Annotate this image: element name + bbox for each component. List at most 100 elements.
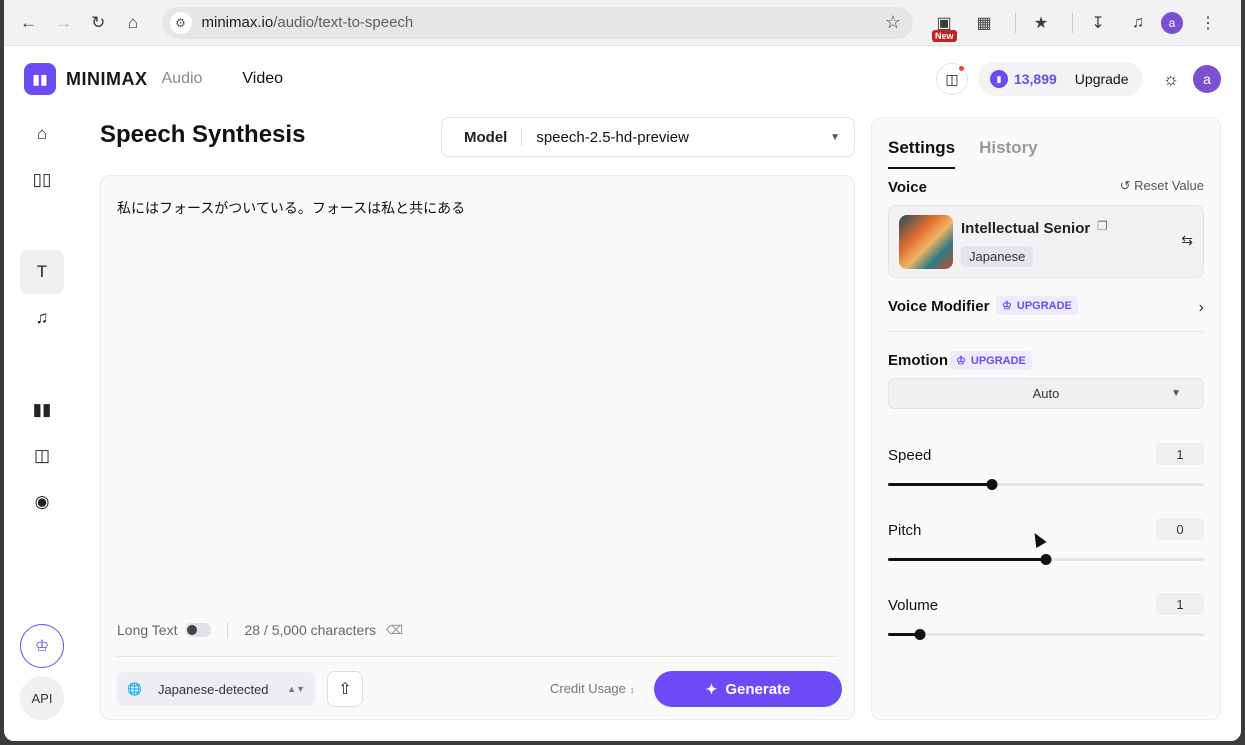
crown-icon: ♔	[956, 355, 966, 367]
extensions-puzzle-icon[interactable]: ▦	[967, 8, 1001, 38]
credit-usage[interactable]: Credit Usage ↕	[550, 681, 634, 696]
audio-stream-icon[interactable]: ◉	[20, 480, 64, 524]
generate-label: Generate	[725, 680, 791, 698]
long-text-toggle[interactable]	[185, 623, 212, 637]
voice-language-tag: Japanese	[961, 246, 1034, 267]
reset-value-label: Reset Value	[1134, 178, 1204, 193]
app-header: ▮▮ MINIMAX Audio Video ◫ ▮ 13,899 Upgrad…	[4, 46, 1241, 112]
new-badge: New	[932, 29, 957, 42]
updown-icon: ▲▼	[287, 684, 305, 694]
text-to-speech-icon[interactable]: T	[20, 250, 64, 294]
bookmark-star-icon[interactable]: ☆	[885, 12, 901, 33]
notification-dot	[958, 66, 964, 71]
volume-value-input[interactable]: 1	[1156, 593, 1204, 615]
credit-usage-label: Credit Usage	[550, 681, 626, 696]
api-button[interactable]: API	[20, 676, 64, 720]
tab-history[interactable]: History	[979, 138, 1038, 169]
reload-icon[interactable]: ↻	[84, 8, 113, 38]
crown-icon: ♔	[1002, 300, 1012, 312]
reset-value-button[interactable]: ↺ Reset Value	[1120, 178, 1204, 194]
upgrade-badge-text: UPGRADE	[1016, 299, 1072, 312]
speed-slider-fill	[888, 483, 993, 486]
toolbar-divider	[1072, 12, 1073, 33]
input-text[interactable]: 私にはフォースがついている。フォースは私と共にある	[117, 198, 465, 218]
media-control-icon[interactable]: ♫	[1121, 8, 1155, 38]
user-avatar[interactable]: a	[1193, 65, 1221, 93]
speed-slider-thumb[interactable]	[986, 479, 998, 490]
settings-tabs: Settings History	[888, 138, 1062, 169]
text-editor[interactable]: 私にはフォースがついている。フォースは私と共にある Long Text 28 /…	[100, 175, 855, 720]
chevron-down-icon: ▼	[830, 131, 840, 143]
model-divider	[521, 128, 523, 146]
page-title: Speech Synthesis	[100, 121, 306, 148]
volume-slider-thumb[interactable]	[914, 629, 926, 640]
meta-divider	[227, 622, 229, 638]
url-host: minimax.io	[201, 14, 274, 31]
browser-profile-avatar[interactable]: a	[1161, 11, 1183, 34]
address-bar[interactable]: ⚙ minimax.io/audio/text-to-speech ☆	[161, 6, 913, 39]
model-select[interactable]: Model speech-2.5-hd-preview ▼	[441, 117, 855, 157]
pitch-value-input[interactable]: 0	[1156, 518, 1204, 540]
tab-audio[interactable]: Audio	[162, 70, 203, 88]
bookmarks-icon[interactable]: ★	[1024, 8, 1058, 38]
home-nav-icon[interactable]: ⌂	[20, 112, 64, 156]
browser-menu-icon[interactable]: ⋮	[1191, 8, 1225, 38]
upgrade-badge[interactable]: ♔ UPGRADE	[950, 351, 1032, 370]
voice-modifier-label[interactable]: Voice Modifier	[888, 298, 989, 315]
theme-toggle-icon[interactable]: ☼	[1163, 69, 1180, 90]
notification-icon[interactable]: ◫	[935, 63, 968, 95]
language-value: Japanese-detected	[157, 681, 269, 697]
upgrade-button[interactable]: Upgrade	[1075, 71, 1129, 87]
minimax-logo-icon[interactable]: ▮▮	[24, 63, 56, 95]
upgrade-badge-text: UPGRADE	[970, 354, 1026, 367]
back-icon[interactable]: ←	[14, 8, 43, 38]
model-label: Model	[464, 128, 508, 146]
volume-slider[interactable]	[888, 629, 1204, 640]
forward-icon[interactable]: →	[49, 8, 78, 38]
credits-count: 13,899	[1013, 71, 1057, 87]
speed-slider[interactable]	[888, 479, 1204, 490]
settings-panel: Settings History Voice ↺ Reset Value Int…	[871, 117, 1221, 720]
voice-card[interactable]: Intellectual Senior ❐ Japanese ⇆	[888, 205, 1204, 278]
language-select[interactable]: 🌐 Japanese-detected ▲▼	[117, 672, 315, 706]
tab-video[interactable]: Video	[242, 70, 283, 88]
chevron-down-icon: ▼	[1171, 388, 1181, 399]
speed-value-input[interactable]: 1	[1156, 443, 1204, 465]
music-icon[interactable]: ♫	[20, 296, 64, 340]
eraser-icon[interactable]: ⌫	[386, 623, 403, 637]
upgrade-badge[interactable]: ♔ UPGRADE	[996, 296, 1078, 315]
long-text-label: Long Text	[117, 622, 178, 638]
tab-settings[interactable]: Settings	[888, 138, 956, 169]
home-icon[interactable]: ⌂	[119, 8, 148, 38]
emotion-value: Auto	[1032, 386, 1060, 401]
library-icon[interactable]: ▯▯	[20, 158, 64, 202]
pitch-slider[interactable]	[888, 554, 1204, 565]
voice-label: Voice	[888, 179, 927, 196]
site-settings-icon[interactable]: ⚙	[169, 11, 192, 34]
emotion-select[interactable]: Auto ▼	[888, 378, 1204, 409]
download-icon[interactable]: ↧	[1081, 8, 1115, 38]
editor-meta: Long Text 28 / 5,000 characters ⌫	[117, 622, 403, 638]
voice-clone-icon[interactable]: ▮▮	[20, 388, 64, 432]
updown-icon: ↕	[629, 685, 635, 695]
crown-icon[interactable]: ♔	[20, 624, 64, 668]
reset-icon: ↺	[1119, 178, 1131, 193]
copy-icon[interactable]: ❐	[1097, 219, 1108, 233]
voice-thumbnail	[899, 215, 953, 269]
sparkle-icon: ✦	[705, 680, 718, 697]
volume-label: Volume	[888, 597, 939, 614]
url-path: /audio/text-to-speech	[273, 14, 414, 31]
browser-toolbar: ← → ↻ ⌂ ⚙ minimax.io/audio/text-to-speec…	[4, 0, 1241, 46]
emotion-label: Emotion	[888, 352, 948, 369]
generate-button[interactable]: ✦ Generate	[654, 671, 842, 707]
swap-icon[interactable]: ⇆	[1181, 232, 1193, 249]
extension-new-icon[interactable]: ▣ New	[927, 8, 961, 42]
credits-pill[interactable]: ▮ 13,899 Upgrade	[977, 62, 1143, 96]
pitch-slider-thumb[interactable]	[1040, 554, 1052, 565]
pitch-label: Pitch	[888, 522, 922, 539]
upload-icon[interactable]: ⇧	[327, 671, 363, 707]
char-count: 28 / 5,000 characters	[244, 622, 376, 638]
voice-design-icon[interactable]: ◫	[20, 434, 64, 478]
chevron-right-icon[interactable]: ›	[1199, 299, 1204, 317]
model-value: speech-2.5-hd-preview	[536, 128, 689, 146]
